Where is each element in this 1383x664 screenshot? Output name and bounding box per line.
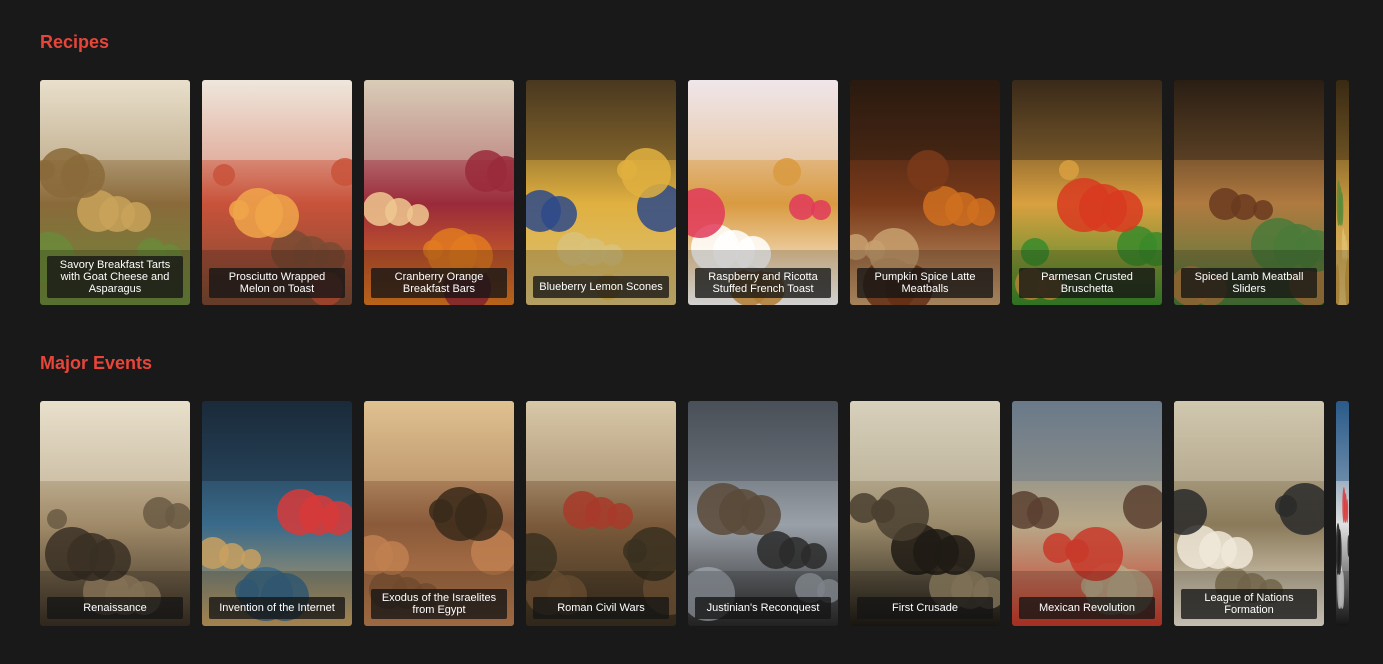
card-title: Spiced Lamb Meatball Sliders [1181,268,1317,298]
card-title: Renaissance [47,597,183,619]
section-title: Major Events [40,353,153,373]
justinian-image [688,401,838,626]
partial-card[interactable] [1336,401,1349,626]
card-title: League of Nations Formation [1181,589,1317,619]
media-card[interactable]: Prosciutto Wrapped Melon on Toast [202,80,352,305]
media-card[interactable]: Blueberry Lemon Scones [526,80,676,305]
first-crusade-image [850,401,1000,626]
media-card[interactable]: Savory Breakfast Tarts with Goat Cheese … [40,80,190,305]
media-card[interactable]: Parmesan Crusted Bruschetta [1012,80,1162,305]
media-card[interactable]: Raspberry and Ricotta Stuffed French Toa… [688,80,838,305]
media-card[interactable]: Pumpkin Spice Latte Meatballs [850,80,1000,305]
card-title: Parmesan Crusted Bruschetta [1019,268,1155,298]
media-card[interactable]: Cranberry Orange Breakfast Bars [364,80,514,305]
blueberry-scones-image [526,80,676,305]
media-card[interactable]: Justinian's Reconquest [688,401,838,626]
card-title: Raspberry and Ricotta Stuffed French Toa… [695,268,831,298]
card-title: First Crusade [857,597,993,619]
recipes-card-row[interactable]: Savory Breakfast Tarts with Goat Cheese … [40,80,1349,305]
card-title: Invention of the Internet [209,597,345,619]
card-title: Exodus of the Israelites from Egypt [371,589,507,619]
partial-card-image [1336,401,1349,626]
card-title: Roman Civil Wars [533,597,669,619]
card-title: Savory Breakfast Tarts with Goat Cheese … [47,256,183,298]
partial-card[interactable] [1336,80,1349,305]
card-title: Pumpkin Spice Latte Meatballs [857,268,993,298]
roman-civil-wars-image [526,401,676,626]
media-card[interactable]: First Crusade [850,401,1000,626]
media-card[interactable]: Exodus of the Israelites from Egypt [364,401,514,626]
major-events-card-row[interactable]: Renaissance Invention of the Internet Ex… [40,401,1349,626]
card-title: Prosciutto Wrapped Melon on Toast [209,268,345,298]
card-title: Cranberry Orange Breakfast Bars [371,268,507,298]
media-card[interactable]: League of Nations Formation [1174,401,1324,626]
media-card[interactable]: Invention of the Internet [202,401,352,626]
media-card[interactable]: Spiced Lamb Meatball Sliders [1174,80,1324,305]
card-title: Justinian's Reconquest [695,597,831,619]
section-title: Recipes [40,32,110,52]
media-card[interactable]: Renaissance [40,401,190,626]
internet-image [202,401,352,626]
renaissance-image [40,401,190,626]
card-title: Blueberry Lemon Scones [533,276,669,298]
mexican-revolution-image [1012,401,1162,626]
card-title: Mexican Revolution [1019,597,1155,619]
media-card[interactable]: Roman Civil Wars [526,401,676,626]
partial-card-image [1336,80,1349,305]
media-card[interactable]: Mexican Revolution [1012,401,1162,626]
